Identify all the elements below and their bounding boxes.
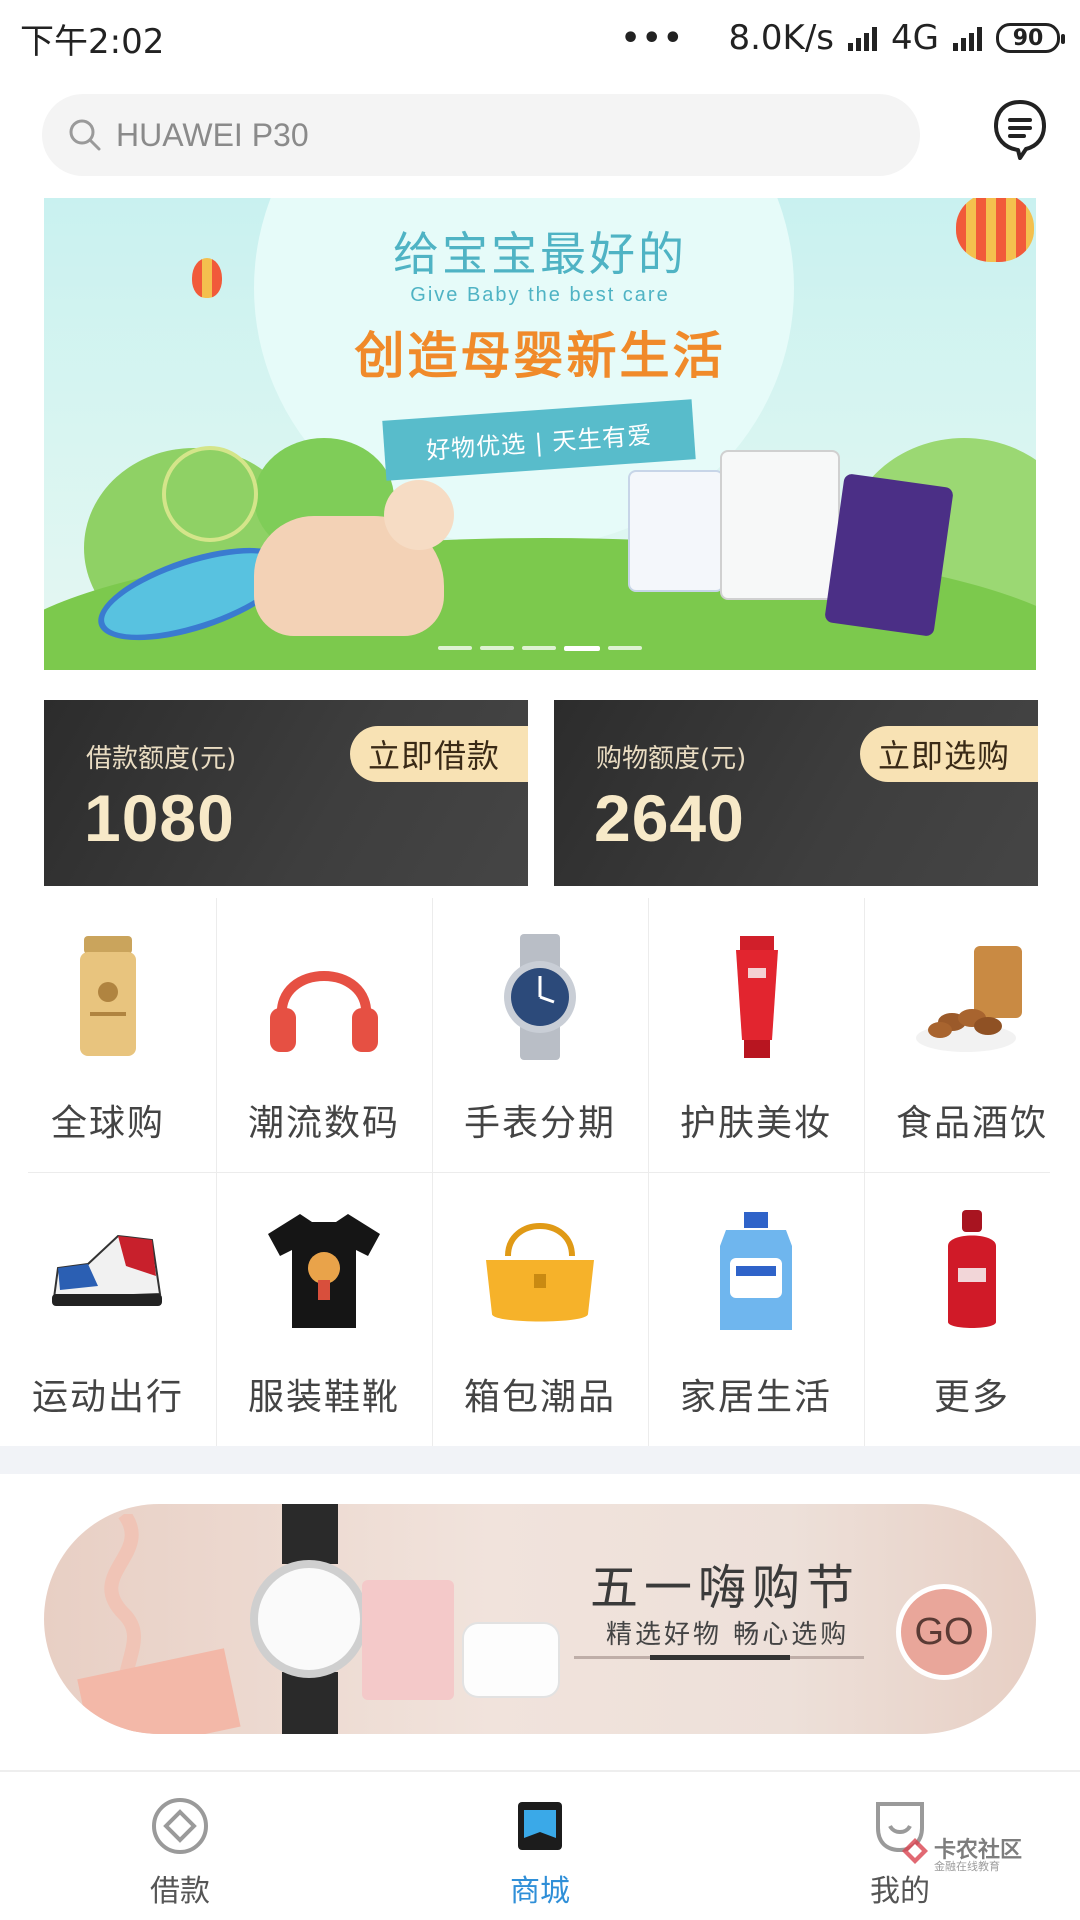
banner-subtitle: Give Baby the best care bbox=[410, 284, 670, 306]
tshirt-icon bbox=[268, 1214, 380, 1328]
ferris-wheel-illustration bbox=[162, 446, 258, 542]
category-food[interactable]: 食品酒饮 bbox=[864, 898, 1080, 1172]
perfume-product bbox=[362, 1580, 454, 1700]
mall-icon bbox=[518, 1802, 562, 1850]
carousel-dot[interactable] bbox=[608, 646, 642, 650]
loan-credit-card[interactable]: 借款额度(元) 1080 立即借款 bbox=[44, 700, 528, 886]
search-input[interactable] bbox=[116, 116, 716, 154]
promo-divider bbox=[574, 1655, 864, 1660]
category-watches[interactable]: 手表分期 bbox=[432, 898, 648, 1172]
promo-subtitle: 精选好物 畅心选购 bbox=[606, 1620, 850, 1650]
sunscreen-bottle-icon bbox=[80, 936, 136, 1056]
section-divider bbox=[0, 1446, 1080, 1474]
category-label: 服装鞋靴 bbox=[247, 1377, 400, 1418]
network-speed: 8.0K/s bbox=[728, 18, 835, 58]
tab-label: 借款 bbox=[150, 1874, 210, 1909]
carousel-indicator bbox=[44, 646, 1036, 651]
network-type: 4G bbox=[891, 18, 939, 58]
loan-icon bbox=[152, 1798, 208, 1854]
milk-box-product bbox=[824, 473, 954, 637]
tab-label: 商城 bbox=[510, 1874, 570, 1909]
card-value: 2640 bbox=[594, 781, 745, 855]
watermark-subtext: 金融在线教育 bbox=[934, 1860, 1000, 1873]
category-global-shopping[interactable]: 全球购 bbox=[0, 898, 216, 1172]
category-label: 运动出行 bbox=[31, 1377, 184, 1418]
signal-icon bbox=[848, 25, 878, 51]
category-more[interactable]: 更多 bbox=[864, 1172, 1080, 1446]
borrow-now-button[interactable]: 立即借款 bbox=[349, 726, 528, 782]
category-label: 潮流数码 bbox=[247, 1103, 400, 1144]
category-label: 手表分期 bbox=[463, 1103, 616, 1144]
promo-banner[interactable]: 五一嗨购节 精选好物 畅心选购 GO bbox=[44, 1504, 1036, 1734]
watch-strap bbox=[282, 1672, 338, 1734]
tab-loan[interactable]: 借款 bbox=[0, 1772, 360, 1920]
message-button[interactable] bbox=[990, 96, 1050, 162]
shop-now-button[interactable]: 立即选购 bbox=[859, 726, 1038, 782]
card-label: 借款额度(元) bbox=[86, 744, 237, 774]
watch-product bbox=[250, 1560, 368, 1678]
search-bar[interactable] bbox=[42, 94, 920, 176]
wristwatch-icon bbox=[504, 934, 576, 1060]
earbuds-product bbox=[464, 1624, 558, 1696]
category-digital[interactable]: 潮流数码 bbox=[216, 898, 432, 1172]
nuts-bowl-icon bbox=[916, 946, 1022, 1052]
category-label: 家居生活 bbox=[679, 1377, 832, 1418]
category-label: 箱包潮品 bbox=[463, 1377, 616, 1418]
category-label: 全球购 bbox=[50, 1103, 165, 1144]
carousel-dot[interactable] bbox=[522, 646, 556, 650]
card-label: 购物额度(元) bbox=[596, 744, 747, 774]
ribbon-decoration bbox=[77, 1514, 241, 1734]
watch-strap bbox=[282, 1504, 338, 1564]
watermark-logo-icon bbox=[902, 1838, 928, 1864]
headphones-icon bbox=[270, 971, 378, 1052]
tab-mall[interactable]: 商城 bbox=[360, 1772, 720, 1920]
category-sports[interactable]: 运动出行 bbox=[0, 1172, 216, 1446]
category-apparel[interactable]: 服装鞋靴 bbox=[216, 1172, 432, 1446]
cosmetic-tube-icon bbox=[736, 936, 778, 1058]
category-grid: 全球购 潮流数码 手表分期 护肤美妆 食品酒饮 运动出行 服装鞋靴 箱包潮品 家… bbox=[0, 898, 1080, 1446]
banner-title: 给宝宝最好的 bbox=[393, 227, 687, 281]
sneaker-icon bbox=[52, 1234, 162, 1306]
category-beauty[interactable]: 护肤美妆 bbox=[648, 898, 864, 1172]
hero-banner[interactable]: 给宝宝最好的 Give Baby the best care 创造母婴新生活 好… bbox=[44, 198, 1036, 670]
category-home[interactable]: 家居生活 bbox=[648, 1172, 864, 1446]
serum-bottle-icon bbox=[948, 1210, 996, 1328]
handbag-icon bbox=[486, 1223, 594, 1322]
category-label: 食品酒饮 bbox=[895, 1103, 1048, 1144]
promo-title: 五一嗨购节 bbox=[590, 1560, 861, 1616]
card-value: 1080 bbox=[84, 781, 235, 855]
carousel-dot[interactable] bbox=[480, 646, 514, 650]
status-time: 下午2:02 bbox=[20, 21, 165, 62]
status-right: ••• 8.0K/s 4G 90 bbox=[620, 18, 1065, 58]
status-bar: 下午2:02 ••• 8.0K/s 4G 90 bbox=[0, 0, 1080, 76]
signal-icon-2 bbox=[953, 25, 982, 51]
category-label: 护肤美妆 bbox=[679, 1103, 832, 1144]
baby-illustration bbox=[254, 480, 454, 636]
carousel-dot[interactable] bbox=[438, 646, 472, 650]
banner-headline: 创造母婴新生活 bbox=[354, 327, 726, 385]
chat-bubble-icon bbox=[994, 100, 1046, 160]
detergent-bottle-icon bbox=[720, 1212, 792, 1330]
category-label: 更多 bbox=[933, 1377, 1010, 1418]
carousel-dot[interactable] bbox=[564, 646, 600, 651]
notification-dots-icon: ••• bbox=[620, 20, 685, 56]
go-button[interactable]: GO bbox=[896, 1584, 992, 1680]
milk-can-product bbox=[628, 470, 724, 592]
watermark: 卡农社区 金融在线教育 bbox=[900, 1830, 1050, 1880]
category-bags[interactable]: 箱包潮品 bbox=[432, 1172, 648, 1446]
shopping-credit-card[interactable]: 购物额度(元) 2640 立即选购 bbox=[554, 700, 1038, 886]
milk-can-product bbox=[720, 450, 840, 600]
search-icon bbox=[68, 118, 102, 152]
battery-icon: 90 bbox=[996, 23, 1065, 53]
